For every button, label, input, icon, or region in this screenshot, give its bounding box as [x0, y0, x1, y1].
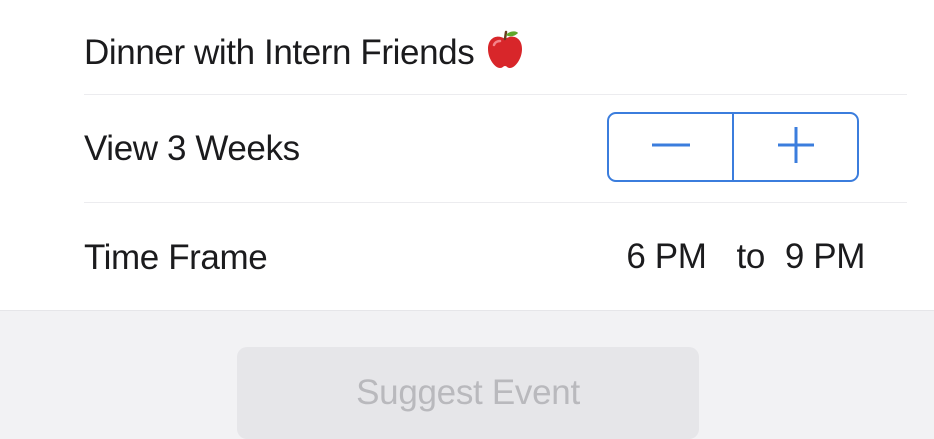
time-frame-row: Time Frame 6 PM to 9 PM — [84, 203, 907, 311]
end-time-picker[interactable]: 9 PM — [785, 237, 865, 277]
time-frame-label: Time Frame — [84, 237, 268, 277]
weeks-row: View 3 Weeks — [84, 95, 907, 203]
suggest-event-label: Suggest Event — [356, 373, 580, 412]
weeks-stepper[interactable] — [607, 112, 859, 182]
suggest-event-button[interactable]: Suggest Event — [237, 347, 699, 439]
time-frame-values: 6 PM to 9 PM — [626, 203, 865, 311]
event-title-row: Dinner with Intern Friends — [84, 0, 907, 95]
settings-card: Dinner with Intern Friends View 3 Weeks — [0, 0, 934, 311]
minus-icon — [649, 123, 693, 172]
red-apple-icon — [484, 28, 526, 70]
event-title-wrapper: Dinner with Intern Friends — [84, 28, 526, 70]
screen: Dinner with Intern Friends View 3 Weeks — [0, 0, 934, 439]
decrement-weeks-button[interactable] — [609, 114, 732, 180]
weeks-label: View 3 Weeks — [84, 129, 300, 168]
event-title: Dinner with Intern Friends — [84, 32, 475, 72]
increment-weeks-button[interactable] — [732, 114, 857, 180]
time-separator: to — [736, 237, 766, 276]
start-time-picker[interactable]: 6 PM — [626, 237, 706, 277]
plus-icon — [774, 123, 818, 172]
